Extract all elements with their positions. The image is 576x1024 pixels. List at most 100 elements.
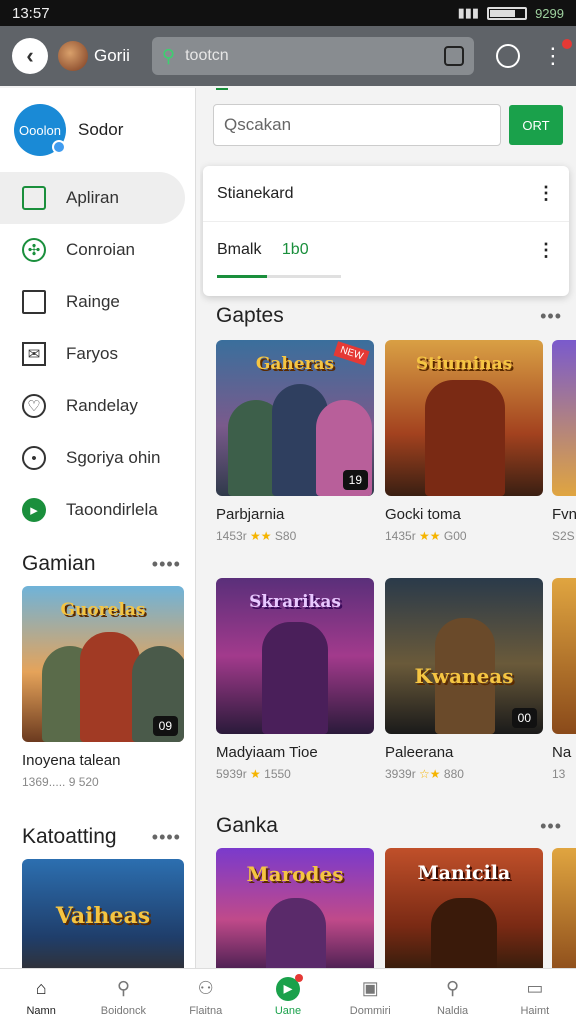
search-icon: ⚲ xyxy=(116,978,131,998)
game-name: Gocki toma xyxy=(385,506,461,523)
get-button[interactable]: ORT xyxy=(509,105,563,145)
game-thumbnail[interactable]: Stiuminas xyxy=(385,340,543,496)
status-bar: 13:57 ▮▮▮ 9299 xyxy=(0,0,576,26)
game-thumbnail[interactable]: Kwaneas 00 xyxy=(385,578,543,734)
more-menu-button[interactable]: ⋮ xyxy=(542,39,572,67)
meta-prefix: 5939r xyxy=(216,767,247,781)
game-meta: 1369..... 9 520 xyxy=(22,775,99,789)
drawer-item-rainge[interactable]: Rainge xyxy=(0,276,195,328)
game-thumbnail[interactable] xyxy=(552,578,576,734)
section-title: Gamian xyxy=(22,552,96,575)
bottom-nav-naldia[interactable]: ⚲ Naldia xyxy=(411,969,493,1024)
bottom-nav-dommiri[interactable]: ▣ Dommiri xyxy=(329,969,411,1024)
drawer-item-sgoriya[interactable]: • Sgoriya ohin xyxy=(0,432,195,484)
more-vert-icon[interactable]: ⋮ xyxy=(537,183,555,204)
dropdown-item[interactable]: Stianekard ⋮ xyxy=(203,166,569,222)
drawer-card[interactable]: Vaiheas xyxy=(0,859,195,968)
more-vert-icon[interactable]: ⋮ xyxy=(537,240,555,261)
more-button[interactable]: ••• xyxy=(540,816,562,837)
character-figure xyxy=(431,898,497,968)
game-thumbnail[interactable]: Manicila xyxy=(385,848,543,968)
search-input[interactable]: Qscakan xyxy=(213,104,501,146)
search-text: tootcn xyxy=(185,47,229,64)
drawer-card[interactable]: Guorelas 09 Inoyena talean 1369..... 9 5… xyxy=(0,586,195,789)
profile-avatar: Ooolon xyxy=(14,104,66,156)
dropdown-item-label: Bmalk xyxy=(217,241,262,258)
game-card[interactable]: Gaheras NEW 19 Parbjarnia 1453r ★★ S80 xyxy=(216,340,376,543)
search-bar[interactable]: ⚲ tootcn xyxy=(151,37,474,75)
game-card[interactable]: Fvn S2S xyxy=(552,340,576,543)
game-card[interactable]: Skrarikas Madyiaam Tioe 5939r ★ 1550 xyxy=(216,578,376,781)
bottom-nav-haimt[interactable]: ▭ Haimt xyxy=(494,969,576,1024)
character-figure xyxy=(425,380,505,496)
battery-icon xyxy=(487,6,528,20)
drawer-item-taoondirlela[interactable]: ▸ Taoondirlela xyxy=(0,484,195,536)
avatar[interactable] xyxy=(58,41,88,71)
scan-icon[interactable] xyxy=(443,46,464,66)
meta-suffix: S80 xyxy=(274,529,297,543)
play-icon: ▸ xyxy=(22,498,46,522)
notification-dot xyxy=(561,39,572,49)
game-thumbnail[interactable]: Gaheras NEW 19 xyxy=(216,340,374,496)
more-button[interactable]: •••• xyxy=(152,554,181,575)
game-thumbnail[interactable] xyxy=(552,848,576,968)
bottom-nav-uane[interactable]: ▸ Uane xyxy=(247,969,329,1024)
game-art-title: Vaiheas xyxy=(55,903,151,929)
drawer-item-faryos[interactable]: ✉ Faryos xyxy=(0,328,195,380)
drawer-item-label: Apliran xyxy=(66,188,119,207)
profile-badge xyxy=(52,140,66,154)
game-meta: 13 xyxy=(552,767,566,781)
game-art-title: Manicila xyxy=(417,862,511,884)
drawer-profile[interactable]: Ooolon Sodor xyxy=(0,88,195,172)
meta-suffix: 1550 xyxy=(264,767,291,781)
section-title: Ganka xyxy=(216,814,278,837)
game-thumbnail[interactable]: Skrarikas xyxy=(216,578,374,734)
bottom-nav-boidonck[interactable]: ⚲ Boidonck xyxy=(82,969,164,1024)
star-icon: ★ xyxy=(250,767,261,781)
game-card[interactable] xyxy=(552,848,576,968)
progress-fill xyxy=(217,275,267,278)
dropdown-menu: Stianekard ⋮ Bmalk 1b0 ⋮ xyxy=(203,166,569,296)
drawer-item-apliran[interactable]: Apliran xyxy=(0,172,185,224)
drawer-item-randelay[interactable]: ♡ Randelay xyxy=(0,380,195,432)
game-thumbnail[interactable]: Vaiheas xyxy=(22,859,184,968)
bottom-nav-label: Haimt xyxy=(520,1004,550,1017)
game-card[interactable]: Manicila xyxy=(385,848,545,968)
bottom-nav-flaitna[interactable]: ⚇ Flaitna xyxy=(165,969,247,1024)
people-icon: ⚇ xyxy=(197,978,214,998)
drawer-item-conroian[interactable]: ✣ Conroian xyxy=(0,224,195,276)
star-icon: ☆★ xyxy=(419,767,441,781)
bottom-nav-label: Namn xyxy=(26,1004,56,1017)
character-figure xyxy=(80,632,140,742)
game-meta: 1435r ★★ G00 xyxy=(385,529,545,543)
game-thumbnail[interactable]: Guorelas 09 xyxy=(22,586,184,742)
bottom-nav-label: Naldia xyxy=(436,1004,469,1017)
game-meta: 1453r ★★ S80 xyxy=(216,529,376,543)
meta-suffix: G00 xyxy=(443,529,467,543)
bottom-nav-label: Boidonck xyxy=(100,1004,147,1017)
dropdown-item[interactable]: Bmalk 1b0 ⋮ xyxy=(203,222,569,278)
more-button[interactable]: •••• xyxy=(152,827,181,848)
game-card[interactable]: Na 13 xyxy=(552,578,576,781)
back-button[interactable]: ‹ xyxy=(12,38,48,74)
app-bar: ‹ Gorii ⚲ tootcn ⋮ xyxy=(0,26,576,86)
game-meta: S2S xyxy=(552,529,575,543)
progress-bar xyxy=(217,275,341,278)
compass-icon[interactable] xyxy=(495,44,520,68)
game-card[interactable]: Stiuminas Gocki toma 1435r ★★ G00 xyxy=(385,340,545,543)
game-name: Madyiaam Tioe xyxy=(216,744,318,761)
game-thumbnail[interactable]: Marodes xyxy=(216,848,374,968)
game-card[interactable]: Marodes xyxy=(216,848,376,968)
age-rating-chip: 19 xyxy=(342,470,368,490)
more-button[interactable]: ••• xyxy=(540,306,562,327)
bottom-nav-namn[interactable]: ⌂ Namn xyxy=(0,969,82,1024)
section-header-ganka: Ganka ••• xyxy=(216,814,562,838)
dropdown-item-label: Stianekard xyxy=(217,184,294,202)
game-card[interactable]: Kwaneas 00 Paleerana 3939r ☆★ 880 xyxy=(385,578,545,781)
profile-name: Sodor xyxy=(78,120,124,139)
app-name: Gorii xyxy=(94,46,130,65)
drawer-item-label: Taoondirlela xyxy=(66,500,158,519)
character-figure xyxy=(262,622,328,734)
game-thumbnail[interactable] xyxy=(552,340,576,496)
bottom-nav-label: Dommiri xyxy=(349,1004,391,1017)
